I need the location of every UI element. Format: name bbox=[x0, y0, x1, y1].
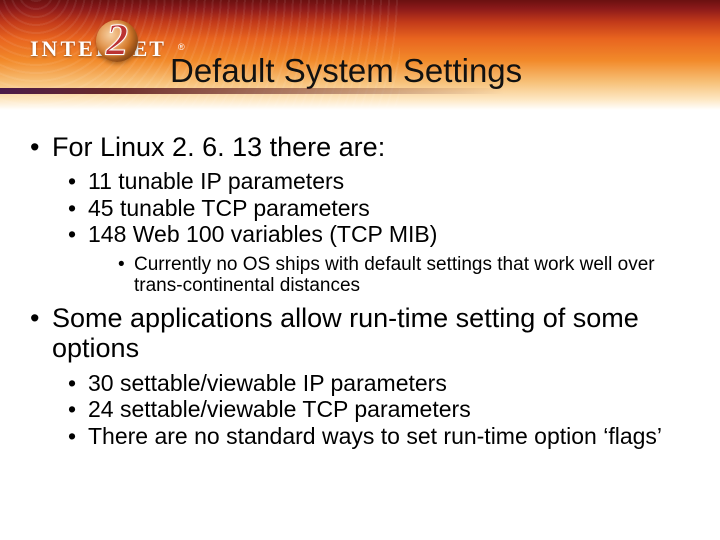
bullet-lvl3: Currently no OS ships with default setti… bbox=[116, 254, 692, 298]
bullet-text: For Linux 2. 6. 13 there are: bbox=[52, 132, 385, 162]
registered-icon: ® bbox=[178, 42, 185, 52]
slide-body: For Linux 2. 6. 13 there are: 11 tunable… bbox=[0, 110, 720, 449]
internet2-logo: INTERNET 2 ® bbox=[30, 22, 160, 72]
bullet-text: Some applications allow run-time setting… bbox=[52, 303, 639, 363]
bullet-text: 148 Web 100 variables (TCP MIB) bbox=[88, 221, 437, 247]
slide-title: Default System Settings bbox=[170, 52, 522, 90]
logo-2-icon: 2 bbox=[92, 16, 142, 66]
bullet-lvl2: 24 settable/viewable TCP parameters bbox=[66, 396, 692, 422]
bullet-lvl2: 148 Web 100 variables (TCP MIB) Currentl… bbox=[66, 221, 692, 297]
bullet-lvl1: For Linux 2. 6. 13 there are: 11 tunable… bbox=[28, 132, 692, 297]
bullet-text: 24 settable/viewable TCP parameters bbox=[88, 396, 471, 422]
bullet-text: There are no standard ways to set run-ti… bbox=[88, 423, 662, 449]
bullet-lvl2: 11 tunable IP parameters bbox=[66, 168, 692, 194]
bullet-text: 30 settable/viewable IP parameters bbox=[88, 370, 447, 396]
bullet-text: Currently no OS ships with default setti… bbox=[134, 254, 655, 297]
slide-header: INTERNET 2 ® Default System Settings bbox=[0, 0, 720, 110]
bullet-lvl2: There are no standard ways to set run-ti… bbox=[66, 423, 692, 449]
bullet-text: 11 tunable IP parameters bbox=[88, 168, 344, 194]
bullet-lvl2: 30 settable/viewable IP parameters bbox=[66, 370, 692, 396]
bullet-text: 45 tunable TCP parameters bbox=[88, 195, 370, 221]
bullet-lvl2: 45 tunable TCP parameters bbox=[66, 195, 692, 221]
bullet-lvl1: Some applications allow run-time setting… bbox=[28, 303, 692, 449]
